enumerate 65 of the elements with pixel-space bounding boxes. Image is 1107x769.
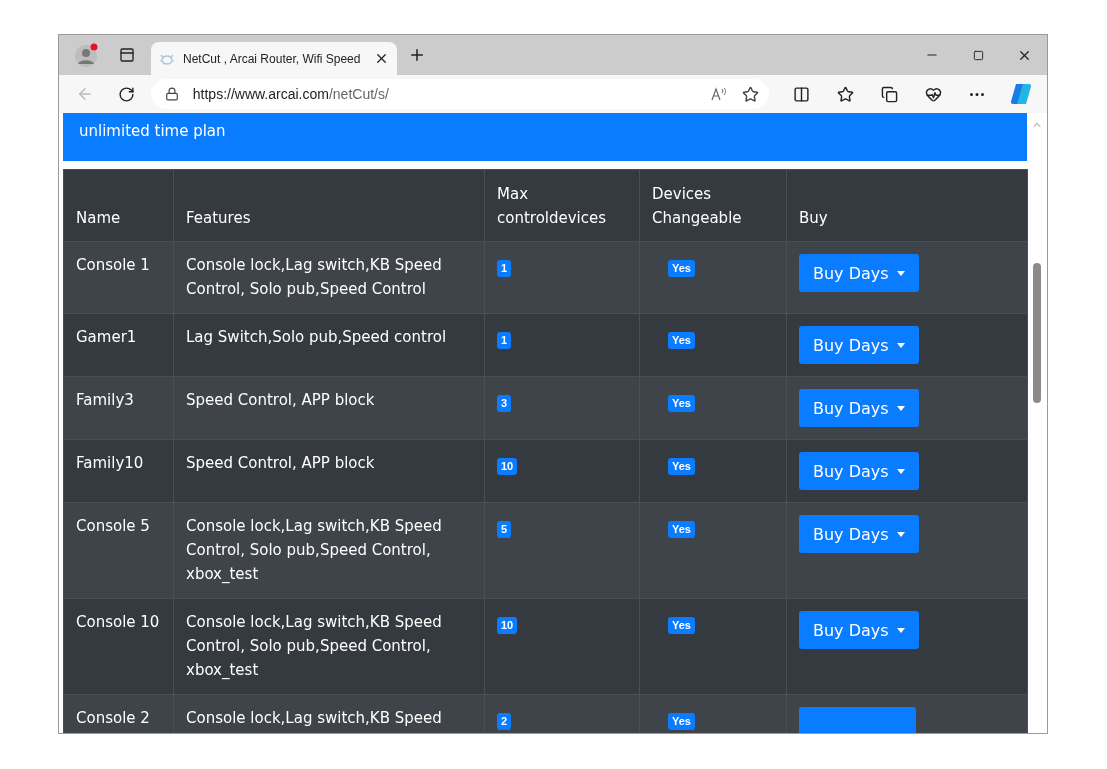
column-header: Buy: [786, 169, 1028, 242]
table-cell: Console lock,Lag switch,KB Speed Control, Solo pub,Speed Control, xbox_test: [173, 598, 485, 695]
caret-icon: [896, 627, 905, 633]
buy-days-button[interactable]: Buy Days: [799, 326, 919, 364]
caret-icon: [896, 531, 905, 537]
column-header: Features: [173, 169, 485, 242]
new-tab-icon[interactable]: [408, 46, 426, 64]
device-count-badge: 1: [497, 332, 512, 349]
buy-days-button[interactable]: Buy Days: [799, 515, 919, 553]
device-count-badge: 1: [497, 260, 512, 277]
changeable-badge: Yes: [668, 617, 695, 634]
table-cell: Console 1: [63, 241, 174, 314]
changeable-badge: Yes: [668, 521, 695, 538]
scroll-thumb[interactable]: [1033, 263, 1041, 403]
table-cell: Console 5: [63, 502, 174, 599]
copilot-logo-icon[interactable]: [1009, 82, 1033, 106]
changeable-badge: Yes: [668, 713, 695, 730]
column-header: Name: [63, 169, 174, 242]
refresh-icon: [118, 85, 136, 103]
table-cell: Family10: [63, 439, 174, 503]
caret-icon: [896, 270, 905, 276]
tab-title: NetCut , Arcai Router, Wifi Speed: [183, 51, 362, 66]
device-count-badge: 3: [497, 395, 512, 412]
split-screen-icon: [792, 85, 810, 103]
profile-icon[interactable]: [74, 42, 100, 68]
device-count-badge: 5: [497, 521, 512, 538]
table-cell: Family3: [63, 376, 174, 440]
device-count-badge: 10: [497, 458, 518, 475]
table-cell: Speed Control, APP block: [173, 439, 485, 503]
device-count-badge: 2: [497, 713, 512, 730]
more-icon: [970, 92, 984, 96]
changeable-badge: Yes: [668, 458, 695, 475]
table-cell: Console 10: [63, 598, 174, 695]
favorite-star-icon[interactable]: [742, 85, 759, 103]
table-cell: Console lock,Lag switch,KB Speed Control, Solo pub,Speed Control, xbox_test: [173, 502, 485, 599]
tab-actions-icon[interactable]: [119, 47, 135, 63]
plan-title: unlimited time plan: [79, 122, 226, 140]
caret-icon: [896, 342, 905, 348]
table-cell: Console lock,Lag switch,KB Speed Control, Solo pub,Speed Control: [173, 241, 485, 314]
table-cell: Lag Switch,Solo pub,Speed control: [173, 313, 485, 377]
caret-icon: [896, 405, 905, 411]
changeable-badge: Yes: [668, 260, 695, 277]
table-cell: Console 2: [63, 694, 174, 733]
collections-icon: [880, 85, 898, 103]
caret-icon: [896, 468, 905, 474]
device-count-badge: 10: [497, 617, 518, 634]
star-icon: [836, 85, 854, 103]
buy-days-button[interactable]: Buy Days: [799, 254, 919, 292]
heart-pulse-icon: [924, 85, 942, 103]
url-text: https://www.arcai.com/netCut/s/: [192, 86, 390, 102]
changeable-badge: Yes: [668, 395, 695, 412]
column-header: Max controldevices: [484, 169, 640, 242]
table-cell: Speed Control, APP block: [173, 376, 485, 440]
browser-tab[interactable]: NetCut , Arcai Router, Wifi Speed: [151, 42, 397, 75]
lock-icon: [164, 87, 179, 101]
buy-days-button[interactable]: Buy Days: [799, 611, 919, 649]
table-cell: Gamer1: [63, 313, 174, 377]
maximize-icon: [972, 49, 984, 61]
buy-days-button[interactable]: Buy Days: [799, 452, 919, 490]
address-bar[interactable]: https://www.arcai.com/netCut/s/: [150, 79, 769, 109]
changeable-badge: Yes: [668, 332, 695, 349]
column-header: Devices Changeable: [639, 169, 787, 242]
close-tab-icon[interactable]: [374, 51, 389, 66]
read-aloud-icon[interactable]: [710, 86, 728, 102]
buy-days-button[interactable]: Buy Days: [799, 389, 919, 427]
